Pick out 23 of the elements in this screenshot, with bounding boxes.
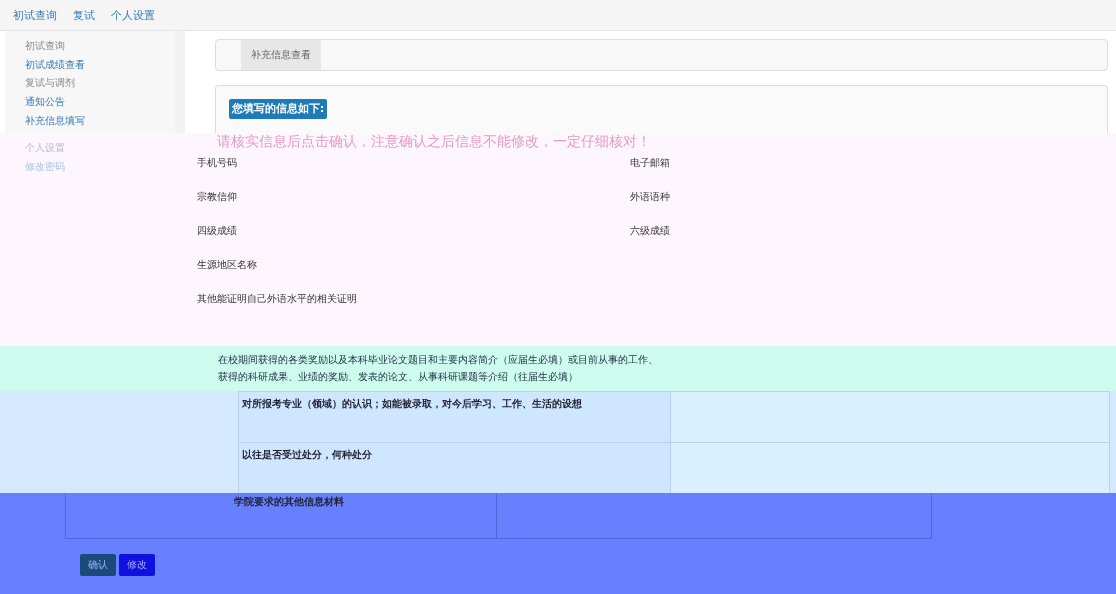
sidebar-group-title: 初试查询 [25,40,66,53]
action-button[interactable]: 确认 [80,554,116,576]
notice-text: 请核实信息后点击确认，注意确认之后信息不能修改，一定仔细核对！ [217,133,652,151]
sidebar-group-title: 复试与调剂 [25,77,76,90]
field-label: 四级成绩 [197,225,237,236]
nav-tab[interactable]: 初试查询 [5,0,65,30]
nav-tab[interactable]: 复试 [65,0,103,30]
nav-tab[interactable]: 个人设置 [103,0,163,30]
field-label: 宗教信仰 [197,191,237,202]
description-text: 在校期间获得的各类奖励以及本科毕业论文题目和主要内容简介（应届生必填）或目前从事的工作、获得的科研成果、业绩的奖励、发表的论文、从事科研课题等介绍（往届生必填） [218,353,658,384]
field-label: 电子邮箱 [630,157,670,170]
field-label: 手机号码 [197,157,237,168]
field-label: 其他能证明自己外语水平的相关证明 [197,293,357,304]
field-label: 六级成绩 [630,225,670,238]
content-tab[interactable]: 补充信息查看 [241,40,321,70]
table-cell: 学院要求的其他信息材料 [66,493,497,538]
field-label: 外语语种 [630,191,670,204]
info-badge: 您填写的信息如下: [229,99,328,119]
sidebar-item[interactable]: 通知公告 [25,95,175,109]
field-label: 生源地区名称 [197,259,257,270]
action-button[interactable]: 修改 [119,554,155,576]
sidebar-item[interactable]: 补充信息填写 [25,114,175,128]
sidebar-item[interactable]: 初试成绩查看 [25,58,175,72]
